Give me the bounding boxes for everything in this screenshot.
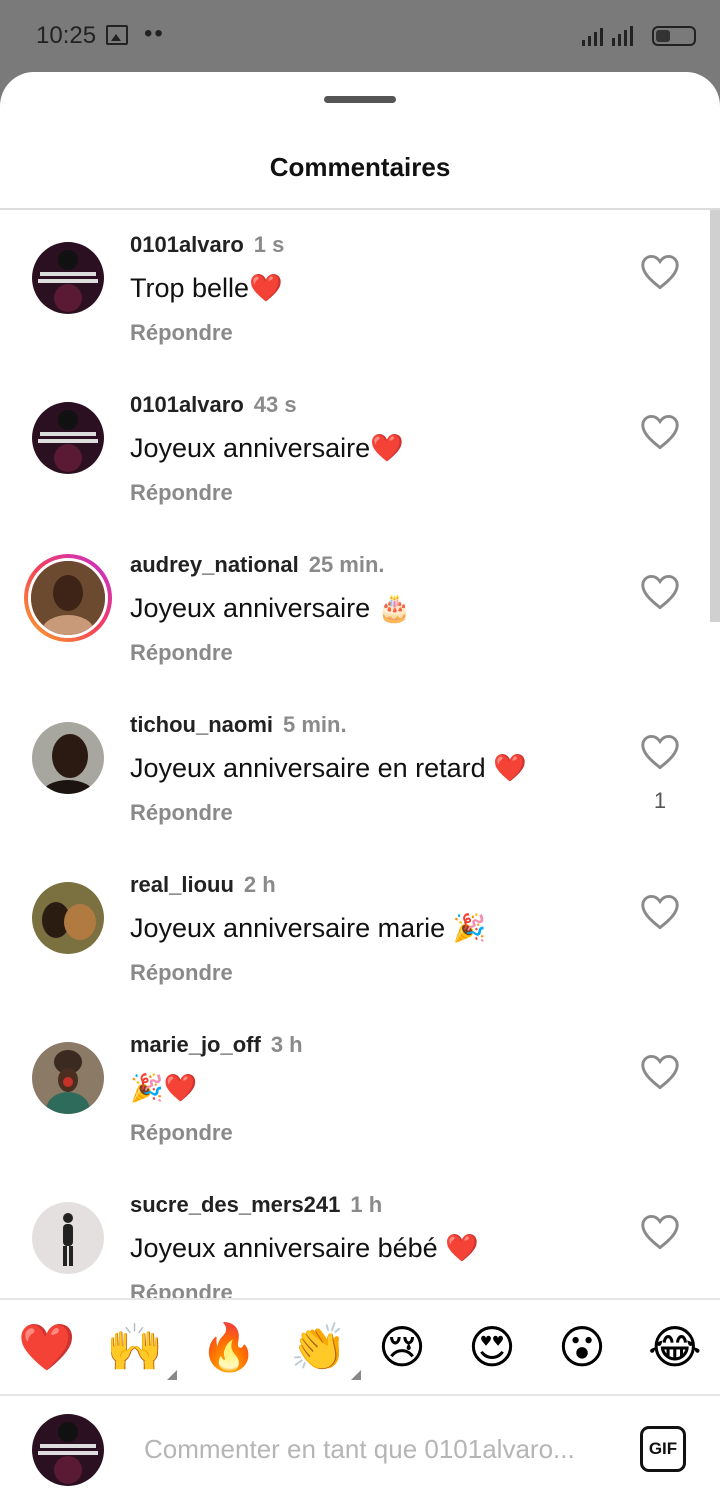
comment-username[interactable]: audrey_national 25 min.: [130, 552, 385, 578]
reaction-raising-hands[interactable]: 🙌: [106, 1320, 178, 1380]
scrollbar[interactable]: [710, 210, 720, 622]
avatar[interactable]: [32, 1042, 104, 1114]
comment-composer: Commenter en tant que 0101alvaro... GIF: [0, 1396, 720, 1500]
comment-time: 25 min.: [308, 552, 385, 577]
heart-icon[interactable]: [640, 1054, 680, 1090]
heart-icon[interactable]: [640, 1214, 680, 1250]
comment-item: sucre_des_mers241 1 h Joyeux anniversaire…: [0, 1170, 720, 1298]
comment-text: Joyeux anniversaire marie 🎉: [130, 913, 487, 943]
reaction-heart-eyes[interactable]: 😍: [468, 1320, 516, 1374]
comment-item: marie_jo_off 3 h 🎉❤️ Répondre: [0, 1010, 720, 1170]
comments-sheet: Commentaires 0101alvaro 1 s Trop belle❤️ …: [0, 72, 720, 1500]
comment-time: 43 s: [253, 392, 297, 417]
own-avatar: [32, 1414, 104, 1486]
image-notification-icon: [106, 25, 128, 45]
comment-username[interactable]: marie_jo_off 3 h: [130, 1032, 303, 1058]
drag-handle[interactable]: [324, 96, 396, 103]
skin-tone-indicator-icon: [351, 1370, 362, 1380]
comment-text: Joyeux anniversaire❤️: [130, 433, 404, 463]
reply-button[interactable]: Répondre: [130, 480, 233, 506]
comment-time: 1 h: [350, 1192, 383, 1217]
like-count[interactable]: 1: [640, 788, 680, 814]
comment-username[interactable]: real_liouu 2 h: [130, 872, 276, 898]
comment-text: Joyeux anniversaire en retard ❤️: [130, 753, 527, 783]
comment-text: Joyeux anniversaire bébé ❤️: [130, 1233, 479, 1263]
comment-time: 5 min.: [283, 712, 347, 737]
heart-icon[interactable]: [640, 574, 680, 610]
avatar[interactable]: [32, 882, 104, 954]
heart-icon[interactable]: [640, 254, 680, 290]
avatar[interactable]: [32, 722, 104, 794]
reaction-crying-face[interactable]: 😢: [378, 1320, 426, 1374]
comment-username[interactable]: 0101alvaro 1 s: [130, 232, 284, 258]
comment-item: real_liouu 2 h Joyeux anniversaire marie …: [0, 850, 720, 1010]
reply-button[interactable]: Répondre: [130, 960, 233, 986]
avatar[interactable]: [32, 402, 104, 474]
comment-username[interactable]: tichou_naomi 5 min.: [130, 712, 347, 738]
reaction-heart[interactable]: ❤️: [18, 1320, 75, 1374]
comment-time: 1 s: [253, 232, 285, 257]
quick-reaction-bar: ❤️ 🙌 🔥 👏 😢 😍 😮 😂: [0, 1298, 720, 1396]
status-time: 10:25: [36, 22, 97, 49]
reply-button[interactable]: Répondre: [130, 1280, 233, 1298]
comment-text: Joyeux anniversaire 🎂: [130, 593, 412, 623]
gif-button[interactable]: GIF: [640, 1426, 686, 1472]
skin-tone-indicator-icon: [167, 1370, 178, 1380]
heart-icon[interactable]: [640, 414, 680, 450]
reaction-surprised-face[interactable]: 😮: [558, 1320, 606, 1374]
more-notifications-icon: ••: [144, 20, 165, 47]
avatar-with-story-ring[interactable]: [24, 554, 112, 642]
status-bar: 10:25 ••: [0, 0, 720, 72]
heart-icon[interactable]: [640, 894, 680, 930]
comment-item: audrey_national 25 min. Joyeux anniversai…: [0, 530, 720, 690]
comment-username[interactable]: 0101alvaro 43 s: [130, 392, 297, 418]
avatar[interactable]: [32, 242, 104, 314]
comment-text: Trop belle❤️: [130, 273, 283, 303]
reply-button[interactable]: Répondre: [130, 320, 233, 346]
heart-icon[interactable]: [640, 734, 680, 770]
comment-item: 0101alvaro 43 s Joyeux anniversaire❤️ Rép…: [0, 370, 720, 530]
battery-icon: [652, 26, 696, 46]
comment-username[interactable]: sucre_des_mers241 1 h: [130, 1192, 382, 1218]
comment-time: 3 h: [270, 1032, 303, 1057]
reaction-tears-of-joy[interactable]: 😂: [648, 1320, 702, 1374]
reply-button[interactable]: Répondre: [130, 640, 233, 666]
comment-list[interactable]: 0101alvaro 1 s Trop belle❤️ Répondre 0101…: [0, 210, 720, 1298]
sheet-title: Commentaires: [269, 152, 451, 182]
comment-item: 0101alvaro 1 s Trop belle❤️ Répondre: [0, 210, 720, 370]
reply-button[interactable]: Répondre: [130, 800, 233, 826]
signal-icon: [582, 26, 633, 46]
comment-time: 2 h: [243, 872, 276, 897]
reply-button[interactable]: Répondre: [130, 1120, 233, 1146]
comment-item: tichou_naomi 5 min. Joyeux anniversaire e…: [0, 690, 720, 850]
avatar[interactable]: [32, 1202, 104, 1274]
comment-input[interactable]: Commenter en tant que 0101alvaro...: [144, 1434, 575, 1465]
comment-text: 🎉❤️: [130, 1073, 198, 1103]
reaction-fire[interactable]: 🔥: [200, 1320, 257, 1374]
reaction-clapping-hands[interactable]: 👏: [290, 1320, 362, 1380]
